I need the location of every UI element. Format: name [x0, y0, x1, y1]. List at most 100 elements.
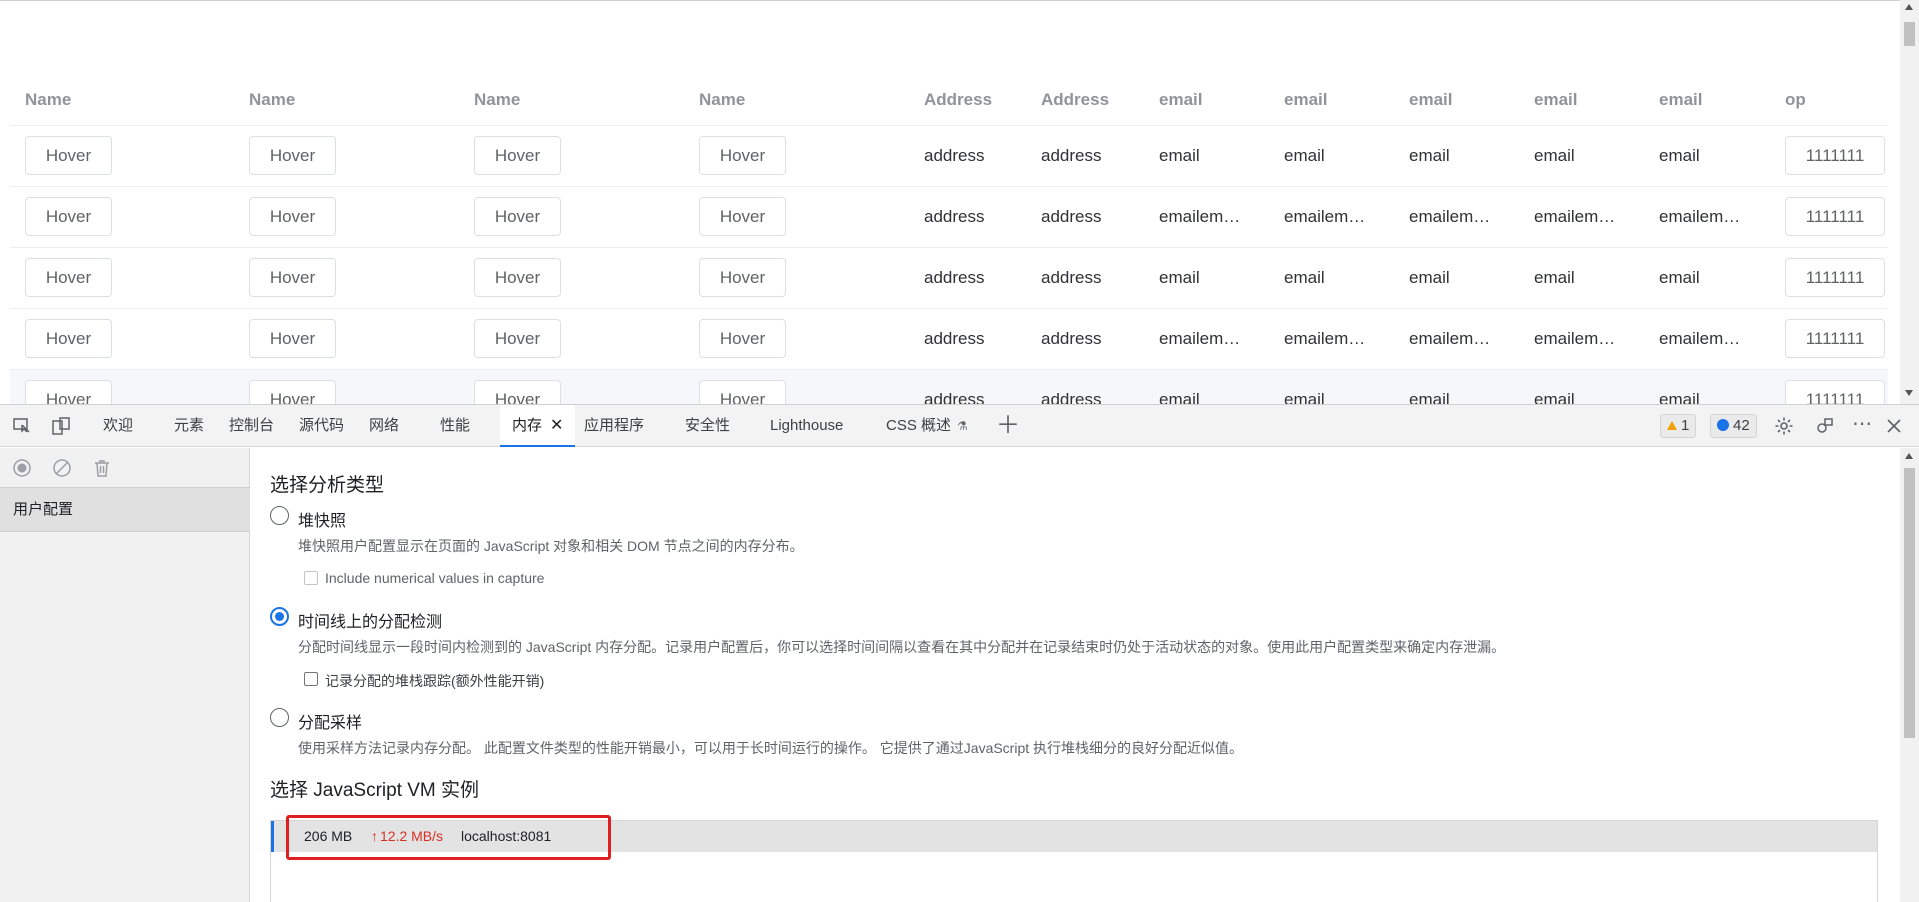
hover-button[interactable]: Hover [25, 197, 112, 236]
column-header: email [1394, 75, 1519, 126]
scroll-down-arrow-icon[interactable] [1905, 390, 1913, 396]
op-field[interactable]: 1111111 [1785, 319, 1885, 358]
tab-application[interactable]: 应用程序 [584, 405, 644, 447]
table-row: Hover Hover Hover Hover address address … [10, 308, 1888, 370]
hover-button[interactable]: Hover [474, 136, 561, 175]
address-cell: address [909, 369, 1026, 404]
profiles-sidebar: 用户配置 [0, 448, 250, 902]
inspect-element-icon[interactable] [12, 416, 32, 436]
hover-button[interactable]: Hover [474, 319, 561, 358]
tab-css-overview[interactable]: CSS 概述 ⚗ [886, 405, 968, 447]
hover-button[interactable]: Hover [474, 197, 561, 236]
column-header: Name [10, 75, 234, 126]
hover-button[interactable]: Hover [699, 197, 786, 236]
option-allocation-sampling-desc: 使用采样方法记录内存分配。 此配置文件类型的性能开销最小，可以用于长时间运行的操… [298, 740, 1244, 756]
table-cell: 1111111 [1770, 369, 1888, 404]
hover-button[interactable]: Hover [699, 258, 786, 297]
scroll-up-arrow-icon[interactable] [1905, 4, 1913, 10]
hover-button[interactable]: Hover [474, 258, 561, 297]
tab-security[interactable]: 安全性 [685, 405, 730, 447]
clear-icon[interactable] [52, 458, 72, 478]
email-cell: emailem… [1519, 186, 1644, 248]
hover-button[interactable]: Hover [25, 136, 112, 175]
warning-icon [1667, 421, 1677, 430]
checkbox-record-stack-traces[interactable] [304, 672, 318, 686]
scroll-up-arrow-icon[interactable] [1905, 453, 1913, 459]
email-cell: email [1394, 369, 1519, 404]
hover-button[interactable]: Hover [249, 197, 336, 236]
devtools-scrollbar[interactable] [1900, 448, 1919, 902]
radio-allocation-timeline[interactable] [270, 607, 289, 626]
table-cell: Hover [459, 186, 684, 248]
screen: Name Name Name Name Address Address emai… [0, 0, 1919, 902]
table-cell: Hover [234, 308, 459, 370]
hover-button[interactable]: Hover [25, 380, 112, 404]
customize-dock-icon[interactable] [1814, 416, 1834, 436]
email-cell: emailem… [1144, 186, 1269, 248]
table-cell: 1111111 [1770, 125, 1888, 187]
messages-badge[interactable]: 42 [1710, 414, 1757, 438]
hover-button[interactable]: Hover [249, 258, 336, 297]
more-tabs-plus-icon[interactable]: ＋ [996, 414, 1020, 438]
checkbox-numerical-values [304, 571, 318, 585]
page-scrollbar[interactable] [1900, 0, 1919, 404]
email-cell: emailem… [1269, 308, 1394, 370]
op-field[interactable]: 1111111 [1785, 136, 1885, 175]
hover-button[interactable]: Hover [699, 380, 786, 404]
column-header: email [1144, 75, 1269, 126]
table-row: Hover Hover Hover Hover address address … [10, 125, 1888, 187]
tab-console[interactable]: 控制台 [229, 405, 274, 447]
section-title-profile-type: 选择分析类型 [270, 475, 385, 496]
op-field[interactable]: 1111111 [1785, 258, 1885, 297]
tab-lighthouse[interactable]: Lighthouse [770, 405, 843, 447]
radio-allocation-sampling[interactable] [270, 708, 289, 727]
settings-gear-icon[interactable] [1774, 416, 1794, 436]
tab-performance[interactable]: 性能 [440, 405, 470, 447]
tab-sources[interactable]: 源代码 [299, 405, 344, 447]
devtools-tabbar: 欢迎 元素 控制台 源代码 网络 性能 内存 ✕ 应用程序 安全性 Lightho… [0, 405, 1919, 447]
tab-network[interactable]: 网络 [369, 405, 399, 447]
column-header: email [1644, 75, 1770, 126]
sidebar-item-profiles[interactable]: 用户配置 [0, 488, 250, 532]
email-cell: emailem… [1519, 308, 1644, 370]
option-allocation-timeline-label[interactable]: 时间线上的分配检测 [298, 608, 442, 632]
more-options-icon[interactable]: ⋯ [1852, 414, 1872, 436]
scroll-thumb[interactable] [1904, 468, 1915, 738]
message-count: 42 [1733, 417, 1750, 434]
op-field[interactable]: 1111111 [1785, 380, 1885, 404]
option-heap-snapshot-label[interactable]: 堆快照 [298, 507, 346, 531]
hover-button[interactable]: Hover [699, 136, 786, 175]
device-toolbar-icon[interactable] [51, 416, 71, 436]
table-row: Hover Hover Hover Hover address address … [10, 186, 1888, 248]
email-cell: email [1269, 247, 1394, 309]
op-field[interactable]: 1111111 [1785, 197, 1885, 236]
table-header-row: Name Name Name Name Address Address emai… [10, 75, 1888, 126]
table-cell: Hover [234, 247, 459, 309]
close-devtools-icon[interactable] [1884, 416, 1904, 436]
tab-welcome[interactable]: 欢迎 [103, 405, 133, 447]
hover-button[interactable]: Hover [249, 136, 336, 175]
scroll-thumb[interactable] [1904, 22, 1915, 46]
email-cell: email [1519, 369, 1644, 404]
hover-button[interactable]: Hover [25, 258, 112, 297]
option-allocation-sampling-label[interactable]: 分配采样 [298, 709, 362, 733]
hover-button[interactable]: Hover [25, 319, 112, 358]
address-cell: address [1026, 308, 1144, 370]
close-tab-icon[interactable]: ✕ [550, 417, 563, 434]
hover-button[interactable]: Hover [249, 319, 336, 358]
warnings-badge[interactable]: 1 [1660, 414, 1697, 438]
hover-button[interactable]: Hover [699, 319, 786, 358]
message-icon [1717, 419, 1729, 431]
email-cell: email [1519, 125, 1644, 187]
checkbox-record-stack-traces-label[interactable]: 记录分配的堆栈跟踪(额外性能开销) [325, 671, 544, 691]
data-table: Name Name Name Name Address Address emai… [10, 75, 1888, 404]
hover-button[interactable]: Hover [249, 380, 336, 404]
email-cell: emailem… [1394, 186, 1519, 248]
tab-elements[interactable]: 元素 [174, 405, 204, 447]
hover-button[interactable]: Hover [474, 380, 561, 404]
trash-icon[interactable] [92, 458, 112, 478]
tab-memory[interactable]: 内存 ✕ [500, 405, 576, 447]
table-cell: Hover [459, 247, 684, 309]
record-icon[interactable] [12, 458, 32, 478]
radio-heap-snapshot[interactable] [270, 506, 289, 525]
